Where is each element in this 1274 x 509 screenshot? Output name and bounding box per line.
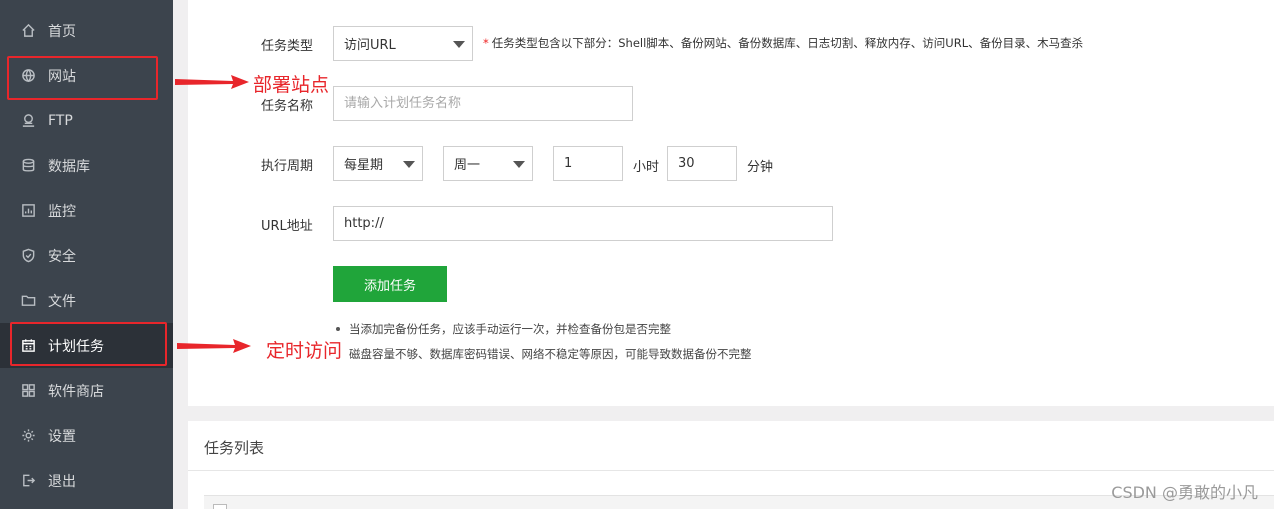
sidebar-item-label: 首页 — [48, 23, 76, 40]
sidebar-item-monitor[interactable]: 监控 — [0, 188, 173, 233]
period-label: 执行周期 — [261, 159, 314, 174]
sidebar-item-label: 计划任务 — [48, 338, 104, 355]
logout-icon — [20, 473, 36, 489]
note-text: 磁盘容量不够、数据库密码错误、网络不稳定等原因，可能导致数据备份不完整 — [349, 347, 752, 361]
weekday-value: 周一 — [454, 158, 481, 173]
note-text: 当添加完备份任务，应该手动运行一次，并检查备份包是否完整 — [349, 322, 671, 336]
hour-input[interactable] — [553, 146, 623, 181]
sidebar-item-cron[interactable]: 计划任务 — [0, 323, 173, 368]
shield-icon — [20, 248, 36, 264]
task-type-value: 访问URL — [344, 38, 396, 53]
url-label: URL地址 — [261, 219, 313, 234]
divider — [188, 470, 1274, 471]
hour-unit: 小时 — [633, 160, 660, 175]
sidebar-item-security[interactable]: 安全 — [0, 233, 173, 278]
sidebar-item-label: 数据库 — [48, 158, 90, 175]
database-icon — [20, 158, 36, 174]
monitor-icon — [20, 203, 36, 219]
url-input[interactable] — [333, 206, 833, 241]
home-icon — [20, 23, 36, 39]
folder-icon — [20, 293, 36, 309]
select-all-checkbox[interactable] — [213, 504, 227, 509]
gear-icon — [20, 428, 36, 444]
annotation-arrow-icon — [177, 339, 251, 353]
task-type-label: 任务类型 — [261, 39, 314, 54]
annotation-arrow-icon — [175, 75, 249, 89]
sidebar-item-store[interactable]: 软件商店 — [0, 368, 173, 413]
annotation-site-text: 部署站点 — [253, 74, 330, 96]
sidebar: 首页 网站 FTP 数据库 监控 安全 文件 计划任务 软件商店 设置 退出 — [0, 0, 173, 509]
period-select[interactable]: 每星期 — [333, 146, 423, 181]
sidebar-item-label: 监控 — [48, 203, 76, 220]
ftp-icon — [20, 113, 36, 129]
minute-unit: 分钟 — [747, 160, 774, 175]
sidebar-item-label: 软件商店 — [48, 383, 104, 400]
apps-icon — [20, 383, 36, 399]
weekday-select[interactable]: 周一 — [443, 146, 533, 181]
sidebar-item-database[interactable]: 数据库 — [0, 143, 173, 188]
period-value: 每星期 — [344, 158, 384, 173]
sidebar-item-home[interactable]: 首页 — [0, 8, 173, 53]
sidebar-item-label: 文件 — [48, 293, 76, 310]
note-bullet — [336, 327, 340, 331]
chevron-down-icon — [453, 41, 465, 48]
sidebar-item-ftp[interactable]: FTP — [0, 98, 173, 143]
sidebar-item-label: 网站 — [48, 68, 76, 85]
task-name-input[interactable] — [333, 86, 633, 121]
sidebar-item-settings[interactable]: 设置 — [0, 413, 173, 458]
chevron-down-icon — [513, 161, 525, 168]
annotation-cron-text: 定时访问 — [266, 340, 343, 362]
sidebar-item-website[interactable]: 网站 — [0, 53, 173, 98]
task-list-title: 任务列表 — [204, 439, 265, 457]
globe-icon — [20, 68, 36, 84]
sidebar-item-label: FTP — [48, 112, 73, 129]
task-name-label: 任务名称 — [261, 99, 314, 114]
sidebar-item-files[interactable]: 文件 — [0, 278, 173, 323]
sidebar-item-label: 退出 — [48, 473, 76, 490]
minute-input[interactable] — [667, 146, 737, 181]
chevron-down-icon — [403, 161, 415, 168]
sidebar-item-label: 设置 — [48, 428, 76, 445]
sidebar-item-label: 安全 — [48, 248, 76, 265]
sidebar-item-logout[interactable]: 退出 — [0, 458, 173, 503]
add-task-button[interactable]: 添加任务 — [333, 266, 447, 302]
task-type-select[interactable]: 访问URL — [333, 26, 473, 61]
task-type-hint: * 任务类型包含以下部分：Shell脚本、备份网站、备份数据库、日志切割、释放内存… — [483, 36, 1084, 50]
watermark: CSDN @勇敢的小凡 — [1111, 483, 1258, 502]
calendar-icon — [20, 338, 36, 354]
